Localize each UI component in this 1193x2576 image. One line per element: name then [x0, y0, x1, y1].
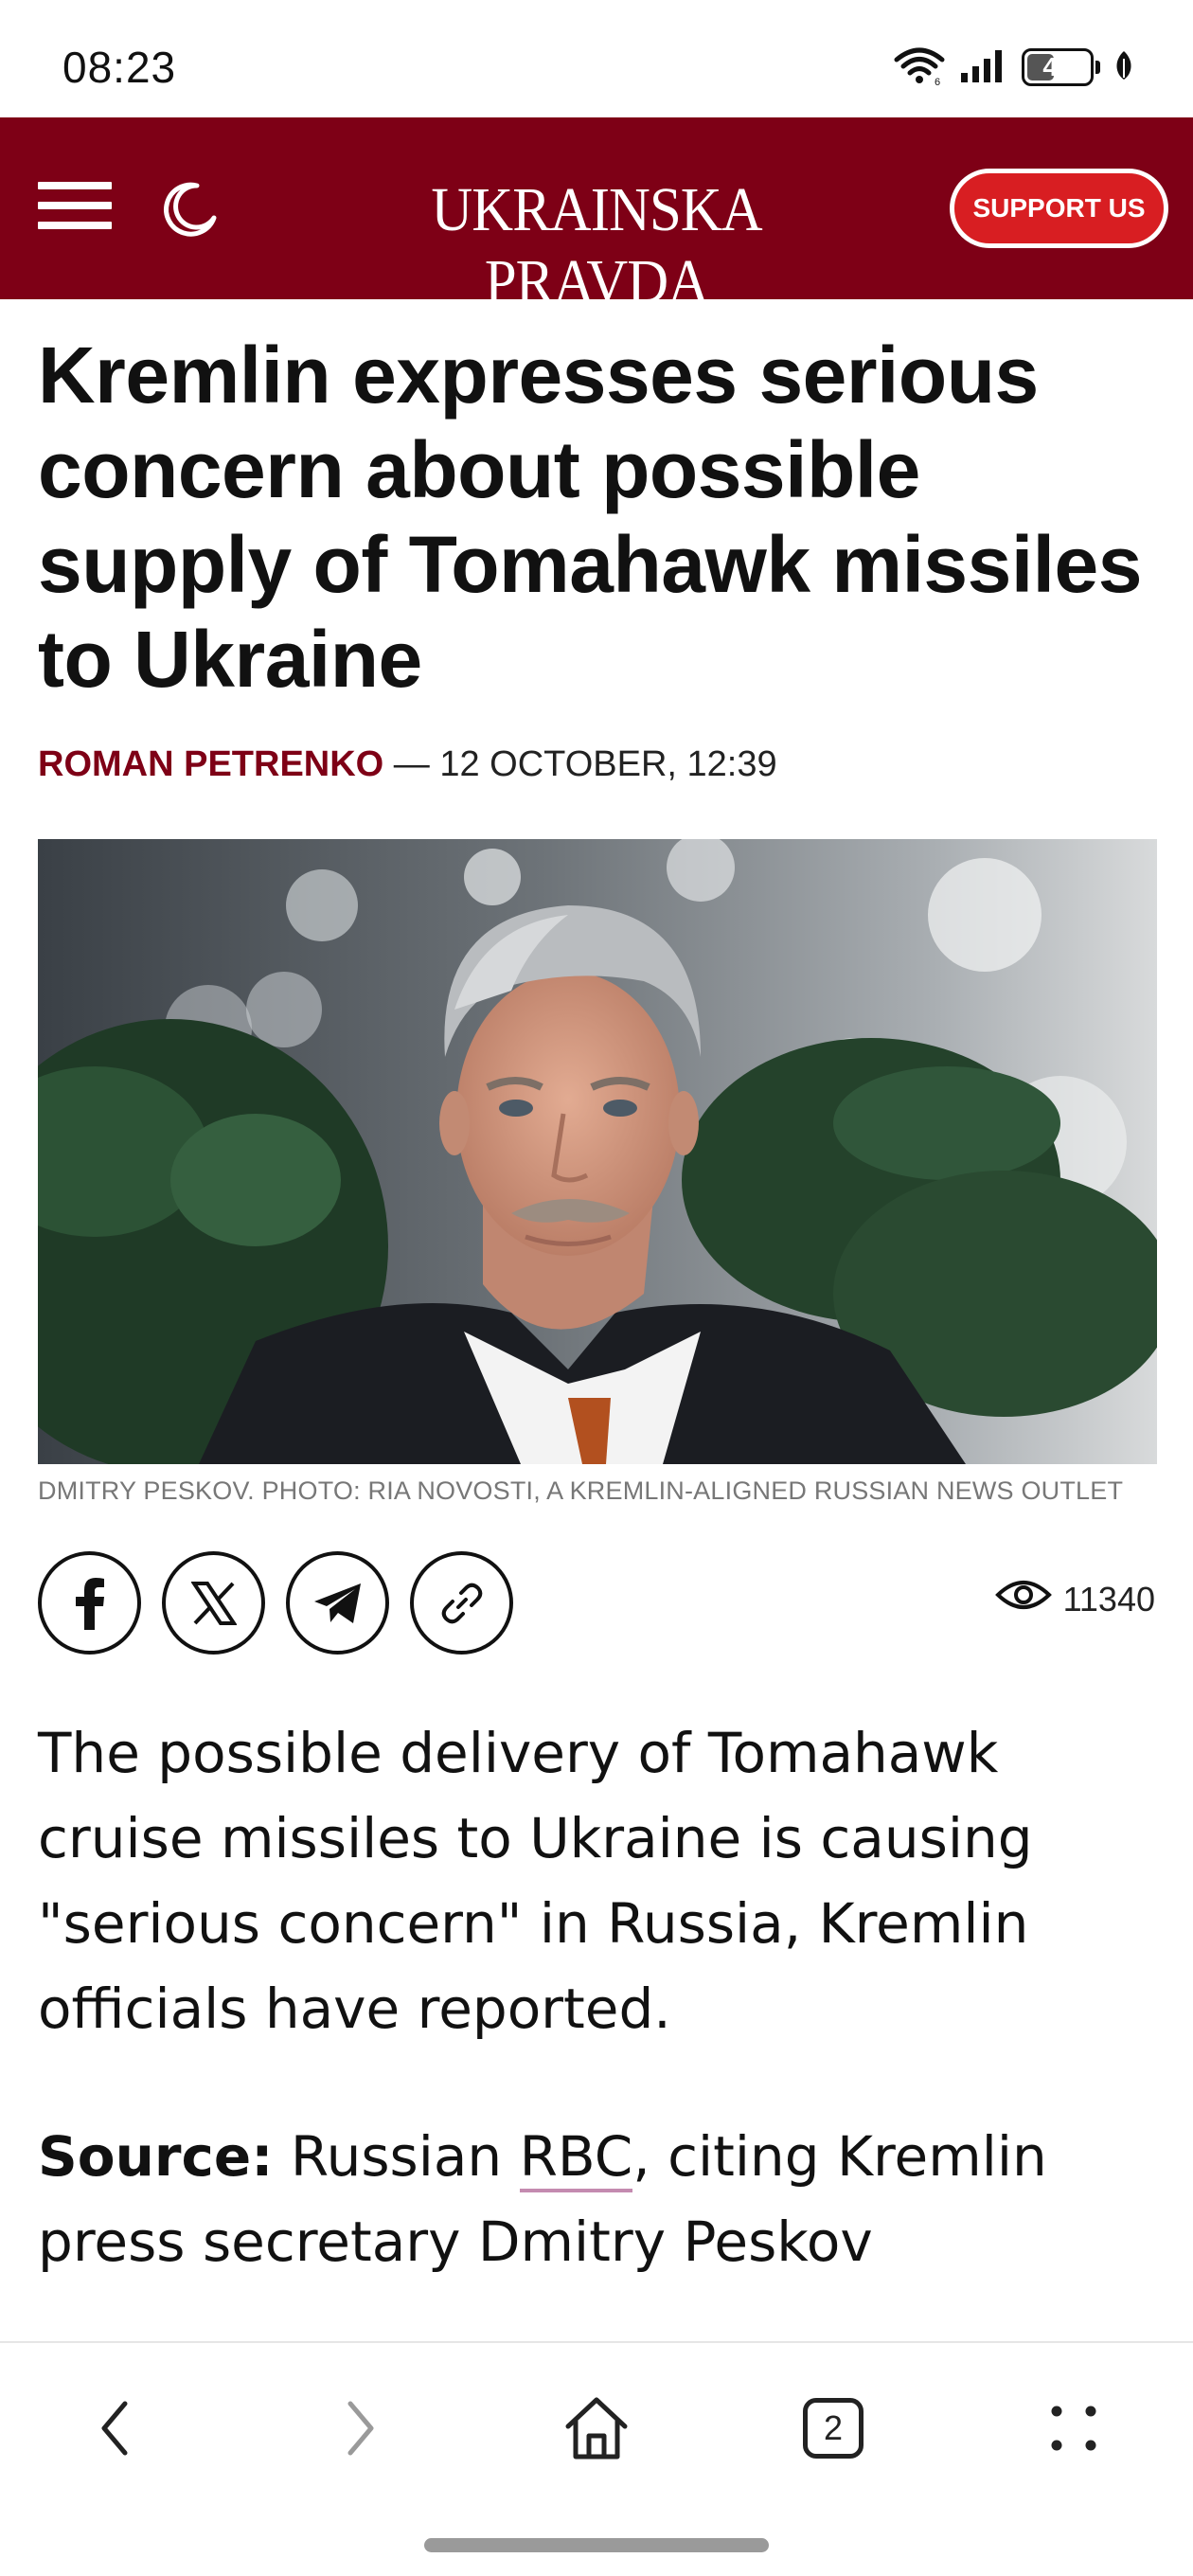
author-link[interactable]: ROMAN PETRENKO [38, 744, 383, 784]
battery-icon: 44 [1022, 48, 1100, 86]
site-header: UKRAINSKA PRAVDA SUPPORT US [0, 117, 1193, 316]
status-bar: 08:23 6 44 [0, 0, 1193, 117]
status-time: 08:23 [62, 43, 177, 92]
article-photo [38, 839, 1157, 1464]
signal-icon [959, 46, 1008, 88]
article-dateline: — 12 OCTOBER, 12:39 [383, 744, 777, 784]
photo-caption: DMITRY PESKOV. PHOTO: RIA NOVOSTI, A KRE… [38, 1476, 1124, 1505]
facebook-icon[interactable] [38, 1551, 141, 1655]
svg-text:6: 6 [935, 77, 940, 86]
status-icons: 6 44 [893, 44, 1134, 91]
site-logo[interactable]: UKRAINSKA PRAVDA [335, 174, 858, 318]
share-buttons [38, 1551, 513, 1655]
moon-icon[interactable] [159, 178, 220, 239]
home-indicator[interactable] [424, 2538, 769, 2552]
article-headline: Kremlin expresses serious concern about … [38, 331, 1142, 704]
tab-count: 2 [803, 2398, 864, 2459]
menu-icon[interactable] [38, 182, 112, 235]
wifi-icon: 6 [893, 45, 946, 90]
telegram-icon[interactable] [286, 1551, 389, 1655]
byline: ROMAN PETRENKO — 12 OCTOBER, 12:39 [38, 744, 777, 785]
source-text-pre: Russian [273, 2124, 520, 2189]
tabs-icon[interactable]: 2 [786, 2381, 881, 2476]
battery-level: 44 [1042, 52, 1073, 81]
back-icon[interactable] [68, 2381, 163, 2476]
article-source-paragraph: Source: Russian RBC, citing Kremlin pres… [38, 2114, 1165, 2284]
forward-icon[interactable] [312, 2381, 407, 2476]
view-count: 11340 [1062, 1579, 1155, 1619]
more-icon[interactable] [1026, 2381, 1121, 2476]
support-us-button[interactable]: SUPPORT US [950, 169, 1168, 248]
leaf-icon [1113, 49, 1134, 85]
source-label: Source: [38, 2124, 274, 2189]
rbc-link[interactable]: RBC [519, 2124, 633, 2192]
article-paragraph-1: The possible delivery of Tomahawk cruise… [38, 1721, 1033, 2041]
home-icon[interactable] [549, 2381, 644, 2476]
eye-icon [994, 1576, 1052, 1622]
view-counter: 11340 [994, 1576, 1155, 1622]
link-icon[interactable] [410, 1551, 513, 1655]
x-icon[interactable] [162, 1551, 265, 1655]
